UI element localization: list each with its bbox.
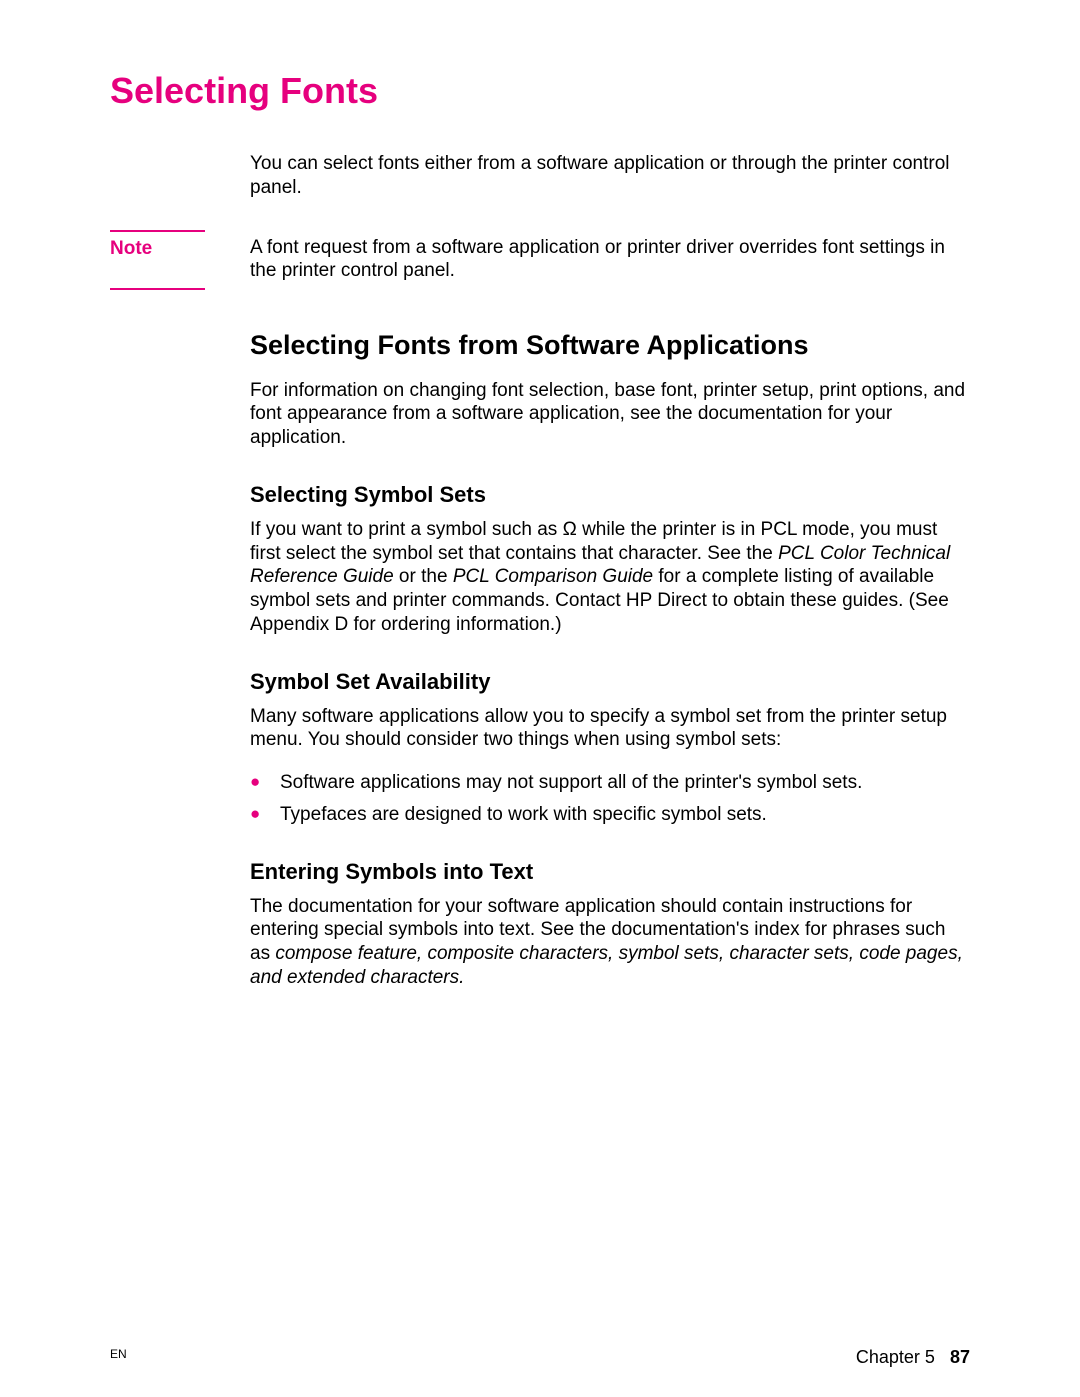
footer-page-info: Chapter 5 87 — [856, 1347, 970, 1368]
italic-text: PCL Comparison Guide — [453, 566, 653, 587]
note-label: Note — [110, 230, 205, 290]
subsection-heading-3: Entering Symbols into Text — [250, 859, 970, 885]
footer-page-number: 87 — [950, 1347, 970, 1367]
section-body: For information on changing font selecti… — [250, 379, 970, 450]
text-segment: or the — [394, 566, 453, 587]
document-page: Selecting Fonts You can select fonts eit… — [0, 0, 1080, 1397]
note-block: Note A font request from a software appl… — [110, 230, 970, 290]
section-heading: Selecting Fonts from Software Applicatio… — [250, 330, 970, 361]
intro-paragraph: You can select fonts either from a softw… — [250, 152, 970, 200]
list-item: Typefaces are designed to work with spec… — [250, 803, 970, 827]
list-item: Software applications may not support al… — [250, 771, 970, 795]
note-label-column: Note — [110, 230, 250, 290]
subsection-body-2: Many software applications allow you to … — [250, 705, 970, 753]
footer-chapter: Chapter 5 — [856, 1347, 935, 1367]
bullet-list: Software applications may not support al… — [250, 771, 970, 827]
italic-text: compose feature, composite characters, s… — [250, 943, 963, 988]
subsection-body-1: If you want to print a symbol such as Ω … — [250, 518, 970, 637]
subsection-body-3: The documentation for your software appl… — [250, 895, 970, 990]
footer-language: EN — [110, 1347, 127, 1361]
subsection-heading-1: Selecting Symbol Sets — [250, 482, 970, 508]
page-title: Selecting Fonts — [110, 70, 970, 112]
note-text: A font request from a software applicati… — [250, 230, 970, 284]
subsection-heading-2: Symbol Set Availability — [250, 669, 970, 695]
